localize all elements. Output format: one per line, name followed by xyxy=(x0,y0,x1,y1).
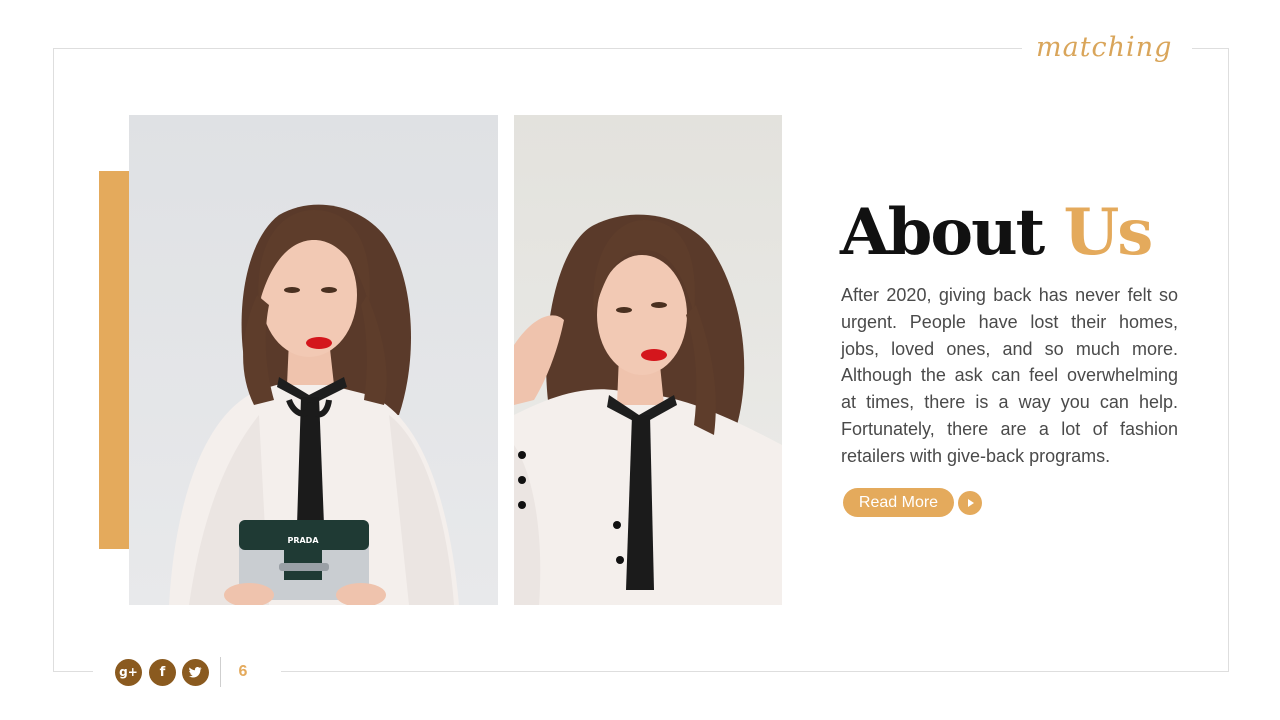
about-body-text: After 2020, giving back has never felt s… xyxy=(841,285,1178,466)
page-number: 6 xyxy=(238,663,248,680)
read-more-button[interactable]: Read More xyxy=(843,488,954,517)
heading-main-text: About xyxy=(840,195,1045,270)
photo-woman-with-bag-art: PRADA xyxy=(169,204,459,605)
google-plus-icon[interactable]: g+ xyxy=(115,659,142,686)
heading-accent-text: Us xyxy=(1063,195,1153,270)
bag-brand-text: PRADA xyxy=(287,536,319,545)
facebook-icon[interactable]: f xyxy=(149,659,176,686)
twitter-icon[interactable] xyxy=(182,659,209,686)
photo-woman-portrait-art xyxy=(514,214,782,605)
photo-woman-with-bag: PRADA xyxy=(129,115,498,605)
play-arrow-icon[interactable] xyxy=(958,491,982,515)
footer-divider xyxy=(220,657,221,687)
photo-woman-portrait xyxy=(514,115,782,605)
twitter-bird-glyph xyxy=(189,667,202,678)
accent-bar xyxy=(99,171,129,549)
about-us-heading: About Us xyxy=(840,193,1200,273)
matching-logo: matching xyxy=(1036,32,1173,63)
